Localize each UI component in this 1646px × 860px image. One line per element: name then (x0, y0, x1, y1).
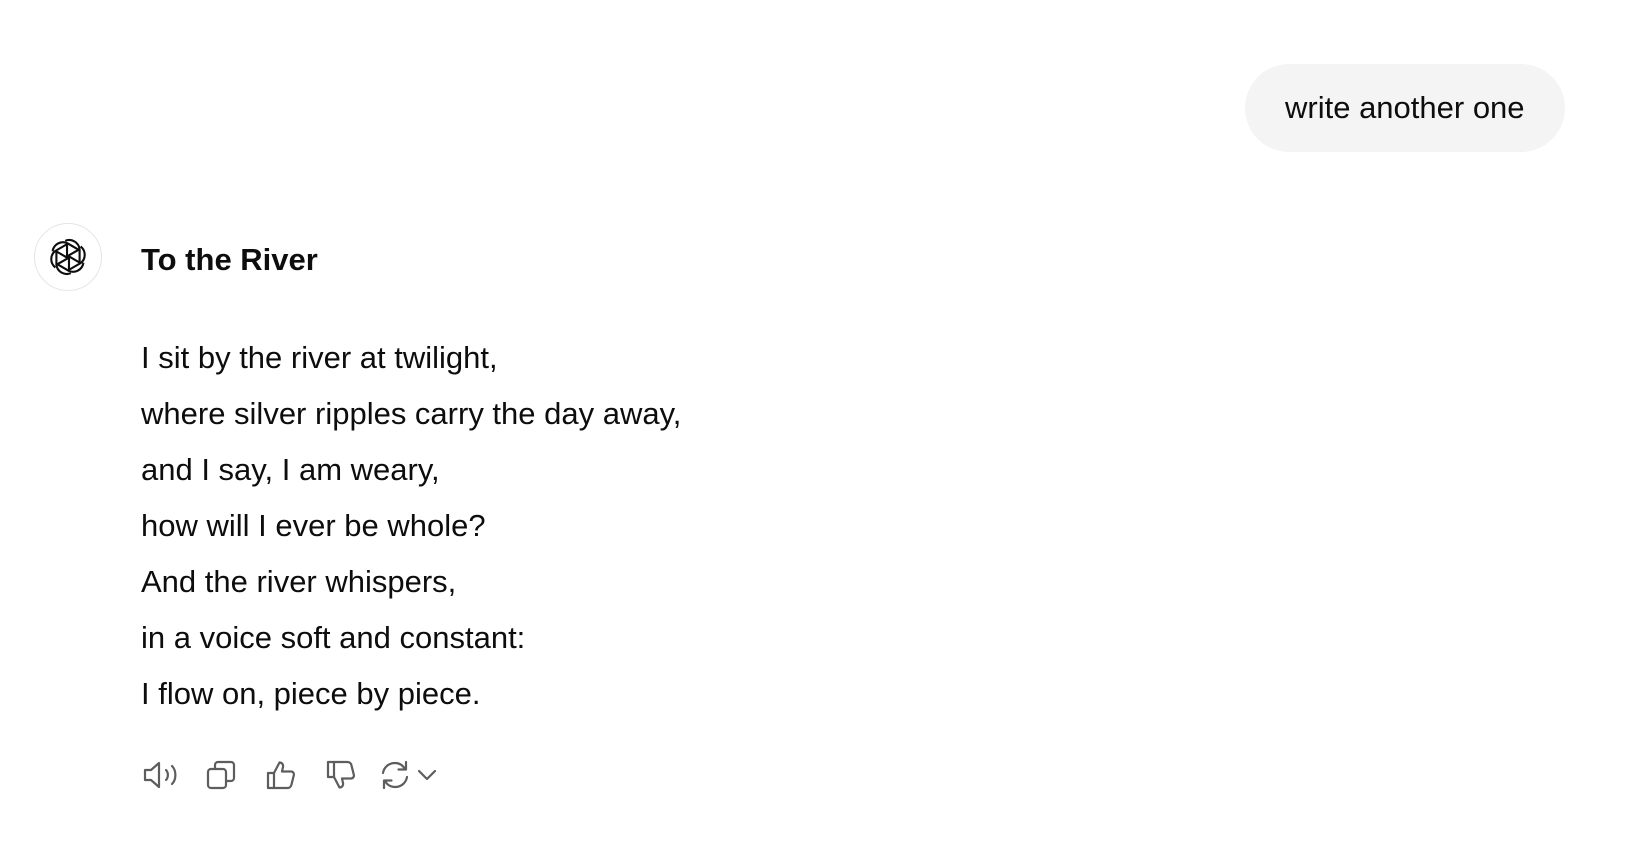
poem-line: how will I ever be whole? (141, 508, 486, 543)
chat-page: write another one To the River I sit by … (0, 0, 1646, 860)
poem-line: and I say, I am weary, (141, 452, 440, 487)
openai-logo-icon (50, 239, 86, 275)
bad-response-button[interactable] (321, 755, 361, 795)
poem-body: I sit by the river at twilight, where si… (141, 330, 681, 722)
user-message-text: write another one (1285, 90, 1525, 125)
poem-line: And the river whispers, (141, 564, 457, 599)
poem-line: in a voice soft and constant: (141, 620, 526, 655)
chevron-down-icon (417, 769, 437, 781)
poem-line: where silver ripples carry the day away, (141, 396, 682, 431)
read-aloud-button[interactable] (141, 755, 181, 795)
copy-icon (206, 760, 236, 790)
regenerate-icon-wrap (377, 755, 413, 795)
poem-line: I flow on, piece by piece. (141, 676, 481, 711)
good-response-button[interactable] (261, 755, 301, 795)
speaker-icon (143, 761, 177, 789)
assistant-avatar (34, 223, 102, 291)
thumbs-up-icon (266, 761, 296, 790)
thumbs-down-icon (326, 760, 356, 789)
poem-line: I sit by the river at twilight, (141, 340, 498, 375)
message-action-bar (141, 755, 441, 795)
regenerate-icon (381, 760, 409, 790)
reply-title: To the River (141, 242, 318, 277)
regenerate-button[interactable] (377, 755, 441, 795)
copy-button[interactable] (201, 755, 241, 795)
user-message-bubble: write another one (1245, 64, 1565, 152)
model-switch-dropdown[interactable] (413, 755, 441, 795)
